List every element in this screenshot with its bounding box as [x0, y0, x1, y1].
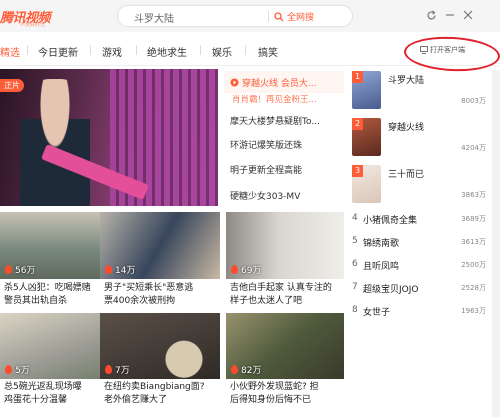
- ranking-title: 锦绣南歌: [363, 239, 400, 249]
- ranking-row[interactable]: 5 锦绣南歌 3613万: [350, 232, 500, 252]
- search-box[interactable]: 斗罗大陆 全网搜: [117, 5, 353, 27]
- rank-number: 8: [352, 305, 358, 315]
- hero-figure: [20, 79, 90, 206]
- hero-active-subtitle: 肖肖霸！再见金粉王...: [232, 95, 317, 105]
- ranking-count: 4204万: [461, 144, 486, 152]
- hero-list-item[interactable]: 明子更新全程高能: [224, 158, 344, 180]
- close-icon[interactable]: [461, 8, 475, 22]
- hero-list-title: 明子更新全程高能: [230, 165, 303, 176]
- ranking-row[interactable]: 7 超级宝贝JOJO 2528万: [350, 278, 500, 298]
- view-count: 14万: [105, 263, 135, 276]
- hero-banner[interactable]: 正片: [0, 69, 218, 206]
- ranking-title: 斗罗大陆: [388, 76, 425, 86]
- view-count: 56万: [5, 263, 35, 276]
- fire-icon: [105, 365, 112, 374]
- refresh-icon[interactable]: [424, 8, 438, 22]
- video-thumbnail: 7万: [100, 313, 220, 379]
- search-all-label: 全网搜: [287, 13, 315, 23]
- hero-list-title: 摩天大楼梦悬疑剧To...: [230, 116, 320, 127]
- ranking-row[interactable]: 6 且听凤鸣 2500万: [350, 255, 500, 275]
- scrollbar[interactable]: [492, 70, 500, 417]
- nav-separator: [245, 45, 246, 55]
- ranking-count: 3689万: [461, 215, 486, 223]
- ranking-row[interactable]: 8 女世子 1963万: [350, 301, 500, 321]
- fire-icon: [231, 365, 238, 374]
- hero-list-title: 穿越火线 会员大...: [242, 78, 317, 89]
- video-title: 男子"买短乘长"恶意逃: [104, 283, 194, 293]
- nav-tab-featured[interactable]: 精选: [0, 44, 20, 59]
- ranking-count: 3863万: [461, 191, 486, 199]
- nav-separator: [136, 45, 137, 55]
- hero-list-item[interactable]: 硬糖少女303-MV: [224, 184, 344, 206]
- ranking-top-item[interactable]: 3 三十而已 3863万: [350, 163, 500, 205]
- video-title: 在纽约卖Biangbiang面?: [104, 382, 205, 392]
- ranking-count: 3613万: [461, 238, 486, 246]
- rank-number: 5: [352, 236, 358, 246]
- view-count: 5万: [5, 363, 30, 376]
- search-icon: [274, 11, 284, 21]
- nav-tab-pubg[interactable]: 绝地求生: [147, 44, 187, 59]
- ranking-title: 且听凤鸣: [363, 262, 400, 272]
- ranking-title: 小猪佩奇全集: [363, 216, 418, 226]
- ranking-top-item[interactable]: 1 斗罗大陆 8003万: [350, 69, 500, 111]
- video-thumbnail: 14万: [100, 212, 220, 279]
- play-icon: [230, 78, 239, 86]
- ranking-title: 女世子: [363, 308, 391, 318]
- hero-tag: 正片: [0, 79, 24, 92]
- video-title-line2: 票400余次被刑拘: [104, 296, 176, 306]
- ranking-title: 穿越火线: [388, 123, 425, 133]
- nav-tab-funny[interactable]: 搞笑: [258, 44, 278, 59]
- ranking-title: 超级宝贝JOJO: [363, 285, 419, 295]
- rank-badge: 2: [352, 118, 363, 130]
- rank-badge: 1: [352, 71, 363, 83]
- rank-number: 4: [352, 213, 358, 223]
- ranking-top-item[interactable]: 2 穿越火线 4204万: [350, 116, 500, 158]
- fire-icon: [5, 365, 12, 374]
- nav-tab-entertainment[interactable]: 娱乐: [212, 44, 232, 59]
- video-title-line2: 样子也太迷人了吧: [230, 296, 303, 306]
- logo-slogan: 不负好时光: [20, 22, 46, 28]
- ranking-title: 三十而已: [388, 170, 425, 180]
- video-title: 吉他白手起家 认真专注的: [230, 283, 332, 293]
- search-all-button[interactable]: 全网搜: [274, 9, 314, 24]
- nav-separator: [90, 45, 91, 55]
- ranking-count: 2528万: [461, 284, 486, 292]
- nav-tab-today[interactable]: 今日更新: [38, 44, 78, 59]
- ranking-count: 8003万: [461, 97, 486, 105]
- nav-separator: [27, 45, 28, 55]
- view-count: 7万: [105, 363, 130, 376]
- hero-list-item[interactable]: 摩天大楼梦悬疑剧To...: [224, 109, 344, 131]
- rank-number: 6: [352, 259, 358, 269]
- video-title: 小伙野外发现蓝蛇? 担: [230, 382, 319, 392]
- nav-separator: [200, 45, 201, 55]
- ranking-count: 2500万: [461, 261, 486, 269]
- view-count: 69万: [231, 263, 261, 276]
- title-bar: 腾讯视频 不负好时光 斗罗大陆 全网搜: [0, 0, 500, 32]
- search-divider: [268, 11, 269, 22]
- video-thumbnail: 82万: [226, 313, 344, 379]
- view-count: 82万: [231, 363, 261, 376]
- hero-list-title: 硬糖少女303-MV: [230, 191, 301, 202]
- fire-icon: [231, 265, 238, 274]
- video-title-line2: 后得知身份后悔不已: [230, 395, 312, 405]
- minimize-icon[interactable]: [443, 8, 457, 22]
- ranking-count: 1963万: [461, 307, 486, 315]
- hero-list-item[interactable]: 环游记爆笑版还珠: [224, 133, 344, 155]
- fire-icon: [105, 265, 112, 274]
- ranking-row[interactable]: 4 小猪佩奇全集 3689万: [350, 209, 500, 229]
- nav-tab-games[interactable]: 游戏: [102, 44, 122, 59]
- video-title-line2: 老外偷艺赚大了: [104, 395, 168, 405]
- rank-number: 7: [352, 282, 358, 292]
- hero-list-item[interactable]: 穿越火线 会员大...: [224, 71, 344, 93]
- fire-icon: [5, 265, 12, 274]
- rank-badge: 3: [352, 165, 363, 177]
- hero-list-title: 环游记爆笑版还珠: [230, 140, 303, 151]
- video-thumbnail: 69万: [226, 212, 344, 279]
- search-input[interactable]: 斗罗大陆: [134, 10, 174, 25]
